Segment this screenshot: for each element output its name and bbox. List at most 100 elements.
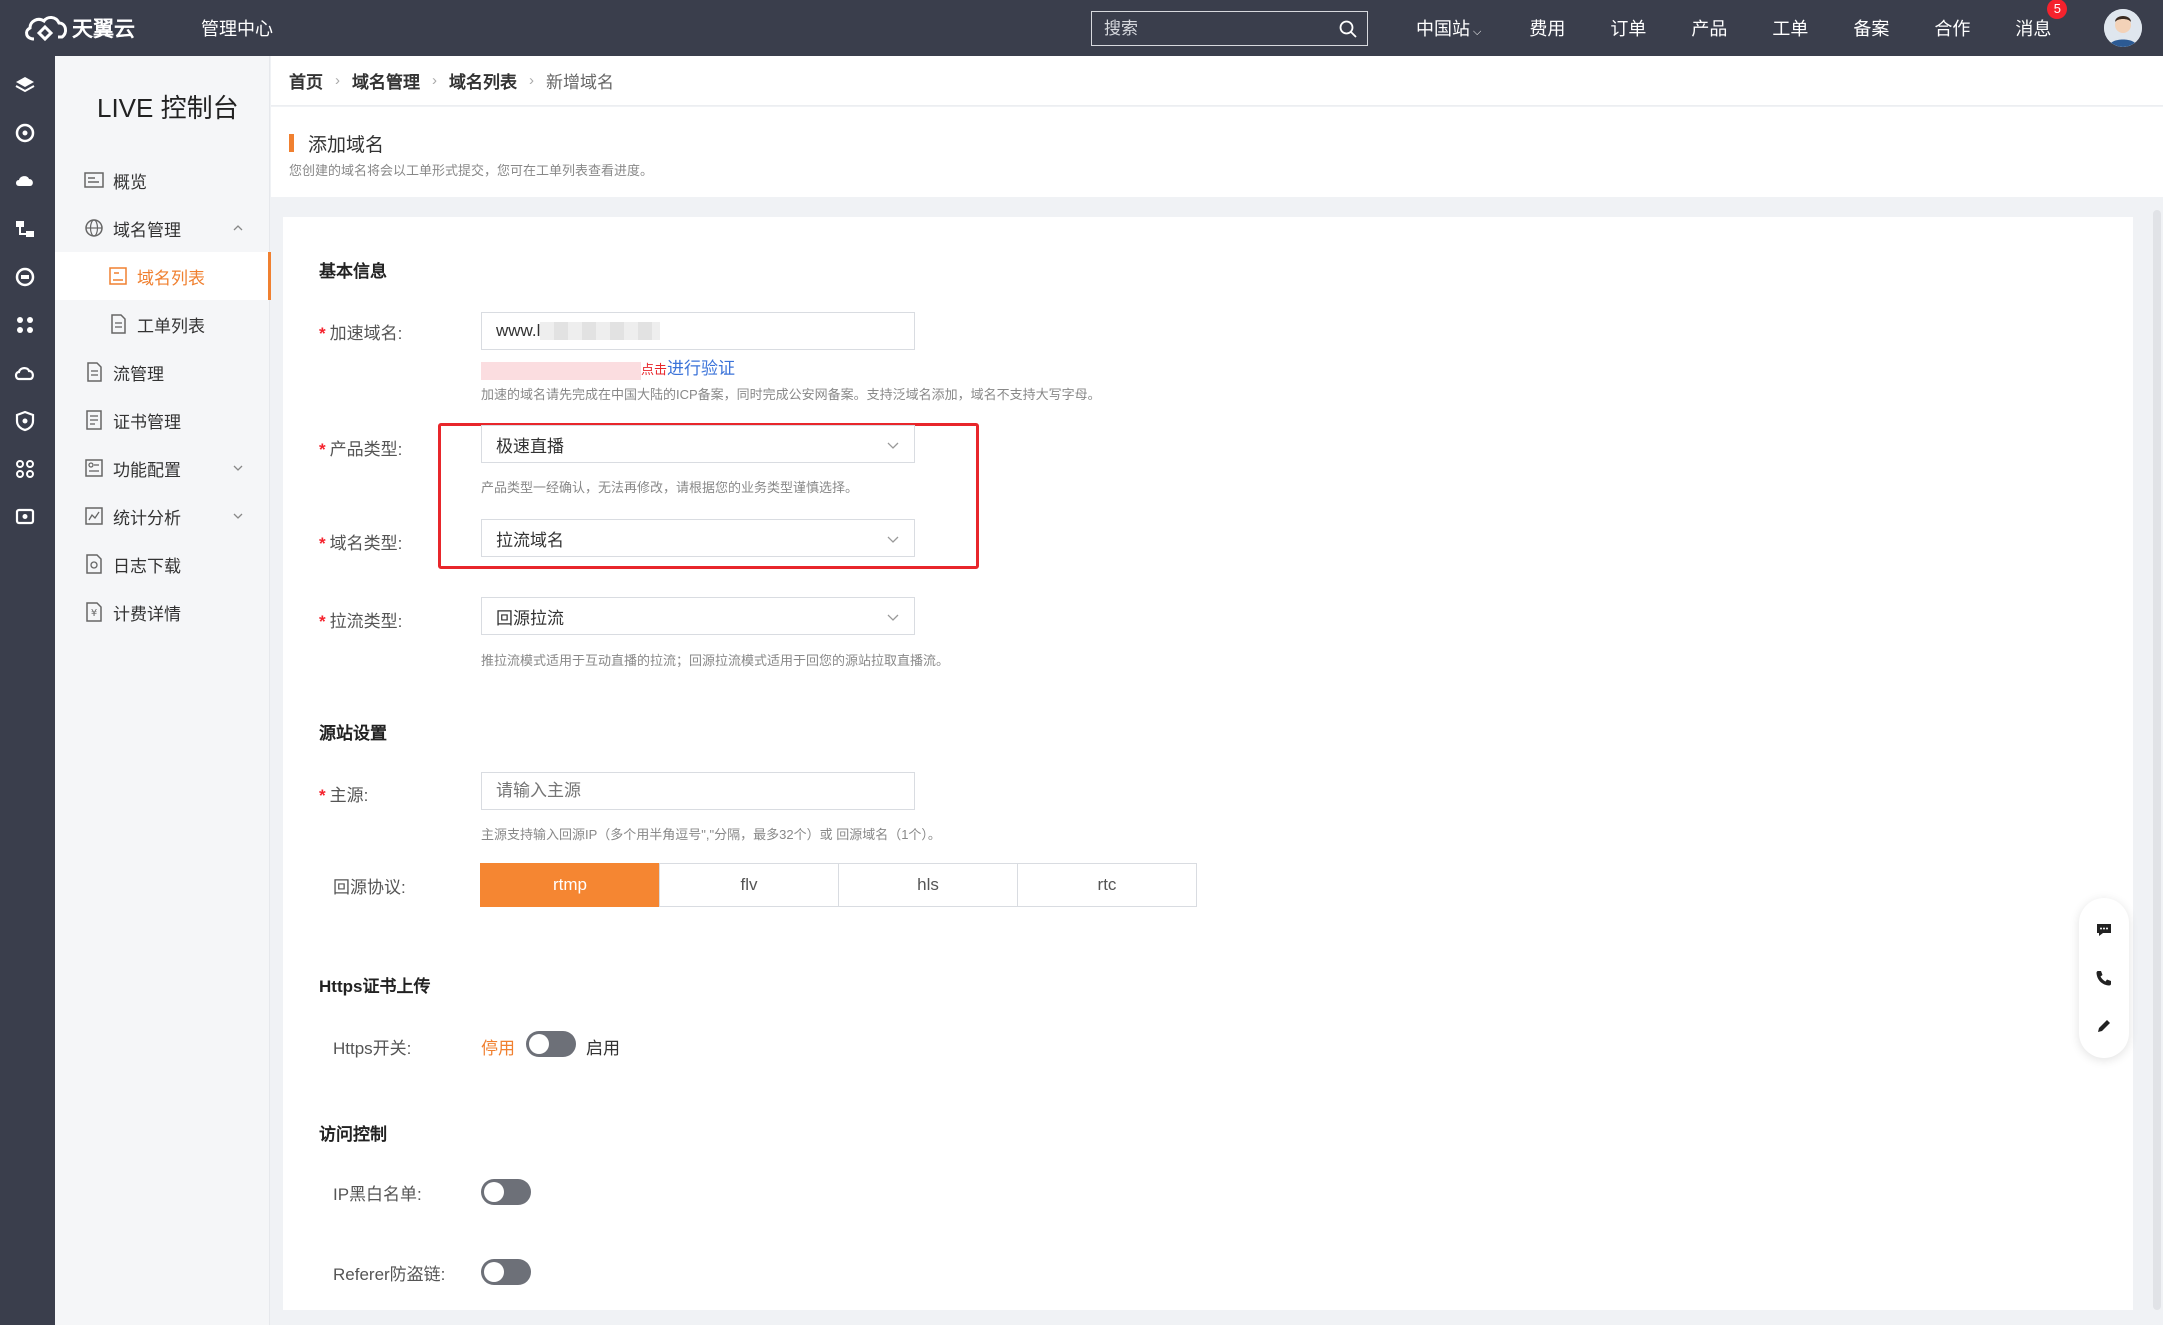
- verify-link[interactable]: 进行验证: [667, 359, 735, 378]
- cloud-upload-icon[interactable]: [14, 362, 36, 384]
- title-accent-bar: [289, 134, 294, 152]
- certificate-icon: [86, 410, 102, 430]
- nav-products[interactable]: 产品: [1691, 15, 1727, 41]
- sidebar-title: LIVE 控制台: [97, 93, 239, 123]
- https-toggle[interactable]: [526, 1031, 576, 1057]
- sidebar-item-label: 域名管理: [113, 220, 181, 240]
- region-dropdown[interactable]: 中国站 ⌵: [1416, 15, 1481, 41]
- section-origin-settings: 源站设置: [319, 724, 387, 743]
- protocol-option-flv[interactable]: flv: [659, 863, 839, 907]
- avatar-icon: [2104, 9, 2142, 47]
- nav-partners[interactable]: 合作: [1934, 15, 1970, 41]
- breadcrumb-domain-management[interactable]: 域名管理: [352, 68, 420, 93]
- page-title: 添加域名: [308, 135, 385, 156]
- breadcrumb-domain-list[interactable]: 域名列表: [449, 68, 517, 93]
- chevron-right-icon: ›: [529, 72, 534, 89]
- search-input[interactable]: [1092, 18, 1312, 39]
- protocol-option-rtc[interactable]: rtc: [1017, 863, 1197, 907]
- shield-icon[interactable]: [14, 410, 36, 432]
- sidebar-menu: 概览 域名管理 域名列表 工单列表 流管理 证书管理 功能配置 统计分析 日志下…: [55, 156, 271, 636]
- document-icon: [87, 362, 102, 382]
- cluster-icon[interactable]: [14, 458, 36, 480]
- layers-icon[interactable]: [14, 74, 36, 96]
- chart-icon: [85, 507, 103, 525]
- sidebar-item-log-download[interactable]: 日志下载: [55, 540, 270, 588]
- sidebar-item-feature-config[interactable]: 功能配置: [55, 444, 270, 492]
- brand-logo[interactable]: 天翼云: [22, 13, 135, 43]
- sidebar-item-label: 证书管理: [113, 412, 181, 432]
- nav-filing[interactable]: 备案: [1853, 15, 1889, 41]
- domain-list-icon: [109, 267, 127, 285]
- domain-label: * 加速域名:: [319, 324, 403, 343]
- sidebar-item-domain-management[interactable]: 域名管理: [55, 204, 270, 252]
- pull-type-label: * 拉流类型:: [319, 612, 403, 631]
- sidebar-item-stream-management[interactable]: 流管理: [55, 348, 270, 396]
- sidebar-item-label: 流管理: [113, 364, 164, 384]
- protocol-option-hls[interactable]: hls: [838, 863, 1018, 907]
- chevron-down-icon: [233, 513, 243, 519]
- network-icon[interactable]: [14, 122, 36, 144]
- scrollbar[interactable]: [2153, 210, 2161, 1310]
- floating-toolbar: [2079, 898, 2129, 1058]
- database-icon[interactable]: [14, 266, 36, 288]
- nav-billing[interactable]: 费用: [1529, 15, 1565, 41]
- sidebar-item-label: 概览: [113, 172, 147, 192]
- search-icon[interactable]: [1339, 20, 1357, 38]
- product-type-select[interactable]: 极速直播: [481, 425, 915, 463]
- sidebar-item-label: 功能配置: [113, 460, 181, 480]
- chevron-down-icon: [233, 465, 243, 471]
- chevron-down-icon: ⌵: [1473, 26, 1482, 38]
- nodes-icon[interactable]: [14, 314, 36, 336]
- referer-toggle[interactable]: [481, 1259, 531, 1285]
- sidebar-item-statistics[interactable]: 统计分析: [55, 492, 270, 540]
- page-subtitle: 您创建的域名将会以工单形式提交，您可在工单列表查看进度。: [289, 163, 654, 178]
- sitemap-icon[interactable]: [14, 218, 36, 240]
- cloud-logo-icon: [25, 16, 68, 42]
- sidebar-item-overview[interactable]: 概览: [55, 156, 270, 204]
- sidebar-item-domain-list[interactable]: 域名列表: [55, 252, 271, 300]
- console-link[interactable]: 管理中心: [201, 15, 273, 41]
- section-https: Https证书上传: [319, 977, 431, 996]
- brand-name: 天翼云: [72, 18, 135, 41]
- ip-list-toggle[interactable]: [481, 1179, 531, 1205]
- sidebar-item-label: 日志下载: [113, 556, 181, 576]
- nav-orders[interactable]: 订单: [1610, 15, 1646, 41]
- monitor-icon[interactable]: [14, 506, 36, 528]
- user-avatar[interactable]: [2104, 9, 2142, 47]
- domain-type-select[interactable]: 拉流域名: [481, 519, 915, 557]
- top-nav: 中国站 ⌵ 费用 订单 产品 工单 备案 合作 消息 5: [1416, 0, 2068, 56]
- sidebar-item-certificate-management[interactable]: 证书管理: [55, 396, 270, 444]
- breadcrumb-home[interactable]: 首页: [289, 68, 323, 93]
- page-header: 添加域名 您创建的域名将会以工单形式提交，您可在工单列表查看进度。: [271, 107, 2163, 197]
- document-icon: [111, 314, 126, 334]
- edit-icon[interactable]: [2094, 1016, 2114, 1036]
- nav-tickets[interactable]: 工单: [1772, 15, 1808, 41]
- chevron-down-icon: [887, 536, 899, 543]
- https-label: Https开关:: [333, 1039, 412, 1058]
- cloud-icon[interactable]: [14, 170, 36, 192]
- overview-icon: [84, 172, 104, 188]
- breadcrumb-current: 新增域名: [546, 73, 614, 92]
- log-icon: [86, 554, 102, 574]
- domain-hint: 加速的域名请先完成在中国大陆的ICP备案，同时完成公安网备案。支持泛域名添加，域…: [481, 387, 1101, 402]
- phone-icon[interactable]: [2094, 968, 2114, 988]
- search-box[interactable]: [1091, 11, 1368, 46]
- redacted-text: [481, 361, 641, 380]
- sidebar-item-ticket-list[interactable]: 工单列表: [55, 300, 270, 348]
- pull-type-select[interactable]: 回源拉流: [481, 597, 915, 635]
- verify-click-text: 点击: [641, 362, 668, 377]
- domain-input[interactable]: www.l: [481, 312, 915, 350]
- console-sidebar: LIVE 控制台 概览 域名管理 域名列表 工单列表 流管理 证书管理 功能配置…: [55, 56, 271, 1325]
- domain-type-label: * 域名类型:: [319, 534, 403, 553]
- protocol-option-rtmp[interactable]: rtmp: [480, 863, 660, 907]
- top-bar: 天翼云 管理中心 中国站⌵ 费用 订单 产品 工单 备案 合作 消息5: [0, 0, 2163, 56]
- chevron-down-icon: [887, 442, 899, 449]
- chevron-up-icon: [233, 225, 243, 231]
- product-type-hint: 产品类型一经确认，无法再修改，请根据您的业务类型谨慎选择。: [481, 480, 859, 495]
- ip-list-label: IP黑白名单:: [333, 1185, 422, 1204]
- protocol-label: 回源协议:: [333, 878, 406, 897]
- sidebar-item-billing-details[interactable]: ¥ 计费详情: [55, 588, 270, 636]
- chat-icon[interactable]: [2094, 920, 2114, 940]
- nav-messages[interactable]: 消息 5: [2015, 0, 2068, 41]
- origin-input[interactable]: [481, 772, 915, 810]
